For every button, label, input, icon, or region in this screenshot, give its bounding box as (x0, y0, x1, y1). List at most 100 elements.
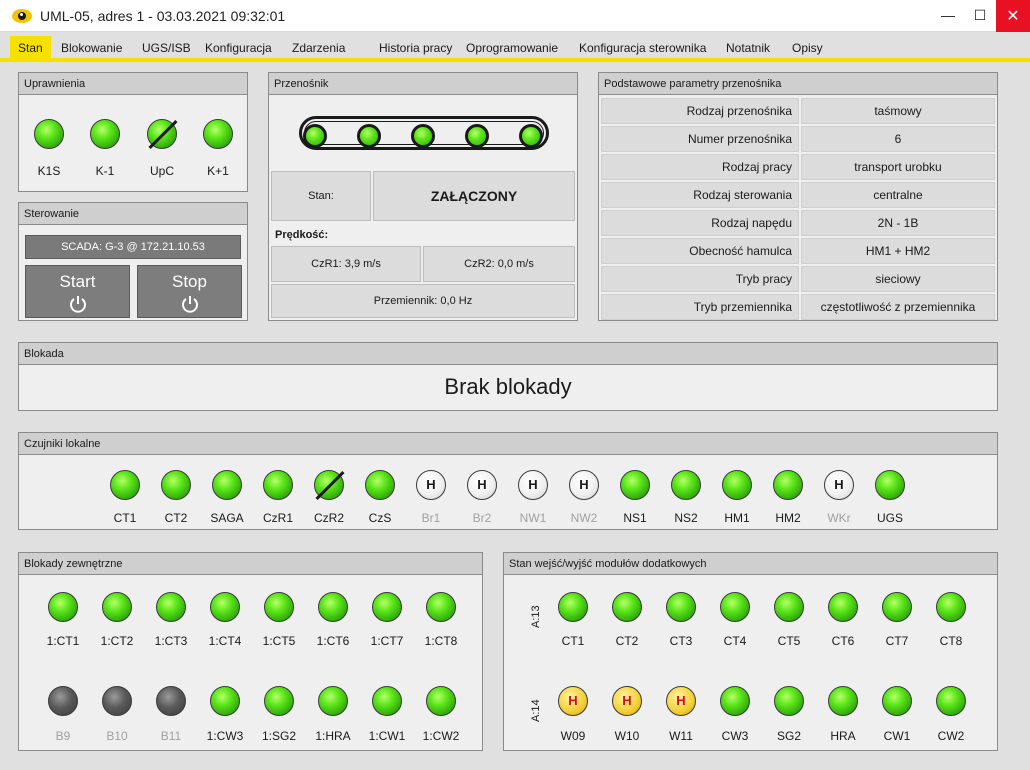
led-label: CT8 (939, 634, 963, 648)
tab-notatnik[interactable]: Notatnik (722, 37, 774, 59)
led-label: CT2 (615, 634, 639, 648)
led-label: HRA (830, 729, 856, 743)
status-led-1-ct7 (372, 592, 402, 622)
hold-indicator: H (579, 477, 589, 492)
disabled-slash-icon (315, 471, 345, 500)
led-label: 1:CT7 (370, 634, 404, 648)
status-led-cw1 (882, 686, 912, 716)
stop-button[interactable]: Stop (137, 265, 242, 318)
hold-indicator: H (477, 477, 487, 492)
czujniki-panel: Czujniki lokalne CT1 CT2 SAGA CzR1 CzR2 CzS H B… (18, 432, 998, 530)
tab-stan[interactable]: Stan (10, 36, 51, 62)
status-led-upc (147, 119, 178, 149)
status-led-w10: H (612, 686, 642, 716)
param-row: Numer przenośnika 6 (601, 126, 995, 152)
led-label: 1:CT1 (46, 634, 80, 648)
maximize-button[interactable]: ☐ (964, 0, 996, 30)
param-key: Numer przenośnika (601, 126, 799, 152)
led-label: 1:SG2 (261, 729, 297, 743)
status-led-nw1: H (518, 470, 548, 500)
led-label: CW1 (883, 729, 911, 743)
status-led-cw2 (936, 686, 966, 716)
led-label: CW3 (721, 729, 749, 743)
param-key: Rodzaj sterowania (601, 182, 799, 208)
status-led-1-cw3 (210, 686, 240, 716)
tab-zdarzenia[interactable]: Zdarzenia (288, 37, 349, 59)
window-title: UML-05, adres 1 - 03.03.2021 09:32:01 (40, 7, 286, 24)
tab-blokowanie[interactable]: Blokowanie (57, 37, 126, 59)
tab-historia-pracy[interactable]: Historia pracy (375, 37, 456, 59)
power-icon (69, 296, 86, 313)
hold-indicator: H (426, 477, 436, 492)
param-key: Tryb przemiennika (601, 294, 799, 320)
status-led-1-sg2 (264, 686, 294, 716)
status-led-czr1 (263, 470, 293, 500)
conveyor-graphic (299, 116, 549, 150)
panel-title: Czujniki lokalne (19, 433, 997, 455)
hold-indicator: H (834, 477, 844, 492)
moduly-panel: Stan wejść/wyjść modułów dodatkowych A:1… (503, 552, 998, 751)
param-key: Rodzaj przenośnika (601, 98, 799, 124)
close-button[interactable]: ✕ (996, 0, 1030, 32)
czr2-speed: CzR2: 0,0 m/s (423, 246, 575, 282)
status-led-czr2 (314, 470, 345, 500)
roller-icon (357, 124, 381, 148)
stan-label: Stan: (271, 171, 371, 221)
param-value: HM1 + HM2 (801, 238, 995, 264)
roller-icon (411, 124, 435, 148)
hold-indicator: H (528, 477, 538, 492)
led-label: K+1 (207, 164, 229, 178)
led-label: CT3 (669, 634, 693, 648)
status-led-k1s (34, 119, 64, 149)
uprawnienia-panel: Uprawnienia K1S K-1 UpC K+1 (18, 72, 248, 192)
predkosc-label: Prędkość: (275, 229, 329, 241)
led-label: 1:CT5 (262, 634, 296, 648)
led-label: 1:CW3 (206, 729, 244, 743)
param-row: Tryb pracy sieciowy (601, 266, 995, 292)
tab-konfiguracja[interactable]: Konfiguracja (201, 37, 276, 59)
param-value: taśmowy (801, 98, 995, 124)
start-label: Start (59, 272, 96, 291)
status-led-ct6 (828, 592, 858, 622)
status-led-1-ct8 (426, 592, 456, 622)
led-label: CT6 (831, 634, 855, 648)
led-label: K-1 (95, 164, 115, 178)
status-led-w09: H (558, 686, 588, 716)
parametry-panel: Podstawowe parametry przenośnika Rodzaj … (598, 72, 998, 321)
start-button[interactable]: Start (25, 265, 130, 318)
tab-ugs-isb[interactable]: UGS/ISB (138, 37, 195, 59)
param-value: 6 (801, 126, 995, 152)
tab-oprogramowanie[interactable]: Oprogramowanie (462, 37, 562, 59)
led-label: UpC (149, 164, 174, 178)
led-label: 1:CW2 (422, 729, 460, 743)
param-row: Rodzaj przenośnika taśmowy (601, 98, 995, 124)
tab-bar: Stan Blokowanie UGS/ISB Konfiguracja Zda… (0, 32, 1030, 62)
panel-title: Blokada (19, 343, 997, 365)
minimize-button[interactable]: — (932, 0, 964, 30)
row-label-a13: A:13 (530, 605, 542, 628)
status-led-ct1 (558, 592, 588, 622)
status-led-ct4 (720, 592, 750, 622)
led-label: UGS (876, 511, 903, 525)
status-led-ct5 (774, 592, 804, 622)
status-led-br2: H (467, 470, 497, 500)
przemiennik-frequency: Przemiennik: 0,0 Hz (271, 284, 575, 318)
panel-title: Podstawowe parametry przenośnika (599, 73, 997, 95)
status-led-ct2 (161, 470, 191, 500)
status-led-br1: H (416, 470, 446, 500)
tab-konfiguracja-sterownika[interactable]: Konfiguracja sterownika (575, 37, 710, 59)
roller-icon (519, 124, 543, 148)
czr1-speed: CzR1: 3,9 m/s (271, 246, 421, 282)
status-led-k-1 (90, 119, 120, 149)
tab-opisy[interactable]: Opisy (788, 37, 827, 59)
disabled-slash-icon (148, 120, 178, 149)
led-label: 1:CT8 (424, 634, 458, 648)
status-led-sg2 (774, 686, 804, 716)
title-bar: UML-05, adres 1 - 03.03.2021 09:32:01 — … (0, 0, 1030, 32)
roller-icon (303, 124, 327, 148)
led-label: CT7 (885, 634, 909, 648)
status-led-wkr: H (824, 470, 854, 500)
status-led-1-ct4 (210, 592, 240, 622)
status-led-1-ct1 (48, 592, 78, 622)
status-led-1-ct5 (264, 592, 294, 622)
